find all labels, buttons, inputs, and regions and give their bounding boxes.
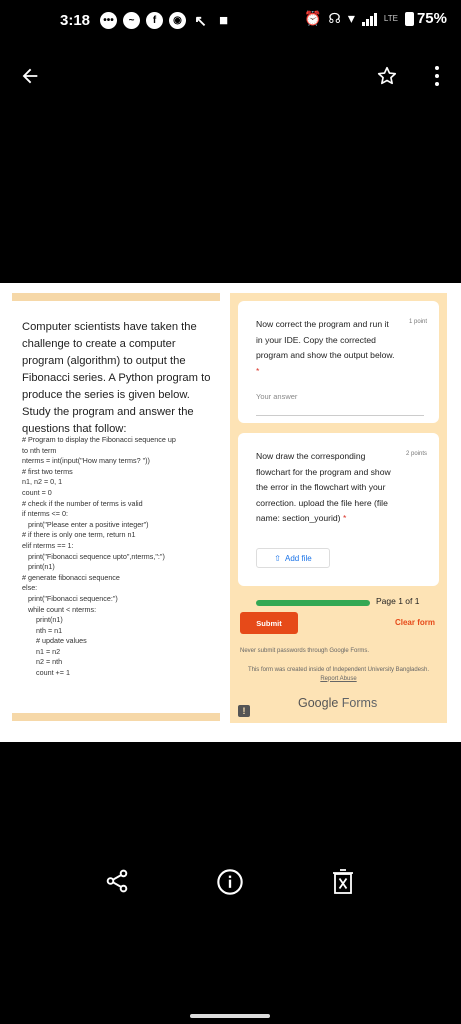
battery-indicator: 75% (404, 10, 447, 27)
back-button[interactable] (16, 62, 44, 90)
question-intro: Computer scientists have taken the chall… (22, 321, 211, 435)
required-marker: * (256, 365, 260, 376)
question-card-2: Now draw the corresponding flowchart for… (238, 433, 439, 586)
battery-icon (404, 11, 414, 26)
status-time: 3:18 (60, 12, 91, 29)
trash-icon (333, 869, 353, 894)
google-forms-logo: Google Forms (298, 696, 378, 710)
viewer-bottom-actions (0, 860, 461, 910)
question-1-points: 1 point (408, 319, 427, 325)
python-code: # Program to display the Fibonacci seque… (22, 435, 176, 678)
system-icons: ⏰ ☊ ▾ LTE 75% (304, 10, 447, 27)
google-form-panel: Now correct the program and run it in yo… (230, 293, 447, 723)
facebook-icon: f (146, 12, 163, 29)
page-indicator: Page 1 of 1 (376, 596, 420, 606)
question-card-1: Now correct the program and run it in yo… (238, 301, 439, 423)
question-2-points: 2 points (405, 451, 427, 457)
record-icon: ◉ (169, 12, 186, 29)
chat-icon: ••• (100, 12, 117, 29)
more-vert-icon (435, 66, 439, 70)
top-strip (12, 293, 220, 301)
info-icon (217, 869, 243, 895)
form-question-panel: Computer scientists have taken the chall… (0, 283, 230, 742)
lte-label: LTE (383, 14, 398, 23)
more-options-button[interactable] (427, 62, 447, 90)
battery-percent: 75% (416, 10, 447, 27)
share-button[interactable] (104, 868, 130, 894)
favorite-button[interactable] (373, 62, 401, 90)
headset-icon: ☊ (328, 10, 341, 26)
answer-input[interactable]: Your answer (256, 392, 297, 401)
image-viewer[interactable]: Computer scientists have taken the chall… (0, 283, 461, 742)
viewer-app-bar (0, 52, 461, 100)
question-1-text: Now correct the program and run it in yo… (256, 319, 395, 376)
star-outline-icon (377, 66, 397, 85)
share-icon (106, 869, 128, 893)
wifi-icon: ▾ (347, 10, 355, 26)
progress-bar (256, 600, 370, 606)
clear-form-button[interactable]: Clear form (395, 618, 435, 627)
bottom-strip (12, 713, 220, 721)
home-gesture-bar[interactable] (190, 1014, 270, 1018)
form-origin-note: This form was created inside of Independ… (247, 667, 430, 682)
delete-button[interactable] (331, 868, 355, 896)
puzzle-icon: ■ (218, 12, 229, 29)
report-issue-icon[interactable]: ! (238, 705, 250, 717)
report-abuse-link[interactable]: Report Abuse (320, 676, 356, 682)
submit-button[interactable]: Submit (240, 612, 298, 634)
progress-fill (256, 600, 370, 606)
add-file-button[interactable]: ⇧ Add file (256, 548, 330, 568)
answer-underline (256, 404, 424, 416)
notification-icons: ••• ~ f ◉ ↖ ■ (100, 12, 232, 30)
signal-icon (361, 12, 377, 26)
add-file-label: Add file (285, 553, 312, 563)
question-2-text: Now draw the corresponding flowchart for… (256, 451, 391, 523)
password-warning: Never submit passwords through Google Fo… (240, 648, 370, 654)
info-button[interactable] (216, 868, 244, 896)
missed-call-icon: ↖ (194, 12, 207, 30)
alarm-icon: ⏰ (303, 10, 322, 26)
arrow-left-icon (22, 68, 38, 84)
required-marker: * (342, 513, 347, 523)
messenger-icon: ~ (123, 12, 140, 29)
upload-icon: ⇧ (274, 553, 281, 563)
status-bar: 3:18 ••• ~ f ◉ ↖ ■ ⏰ ☊ ▾ LTE 75% (0, 0, 461, 44)
